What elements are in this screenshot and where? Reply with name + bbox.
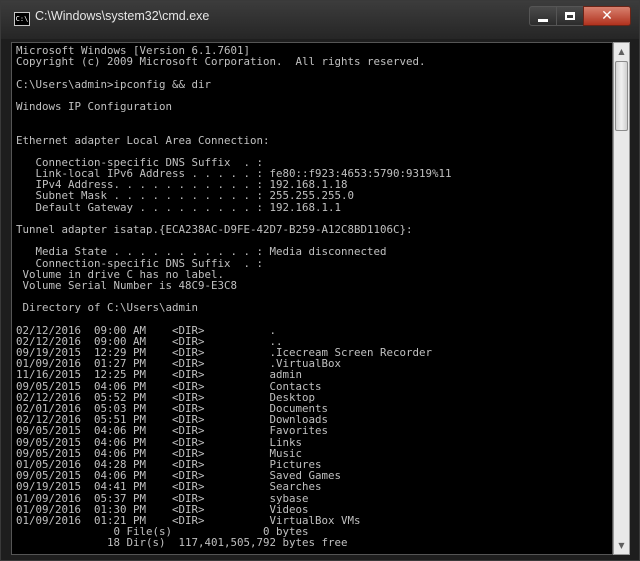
vertical-scrollbar[interactable]: ▲ ▼ — [613, 42, 630, 555]
console-line: Ethernet adapter Local Area Connection: — [16, 133, 270, 147]
console-line: Copyright (c) 2009 Microsoft Corporation… — [16, 55, 426, 69]
console-line: Volume Serial Number is 48C9-E3C8 — [16, 278, 238, 292]
console-output[interactable]: Microsoft Windows [Version 6.1.7601] Copy… — [11, 42, 613, 555]
console-line: 09/19/2015 04:41 PM <DIR> Searches — [16, 480, 322, 494]
close-button[interactable]: ✕ — [583, 6, 631, 26]
minimize-icon — [538, 18, 548, 22]
console-line: 09/05/2015 04:06 PM <DIR> Favorites — [16, 424, 329, 438]
console-line: Subnet Mask . . . . . . . . . . . : 255.… — [16, 189, 355, 203]
cmd-window: C:\ C:\Windows\system32\cmd.exe ✕ Micros… — [0, 0, 640, 561]
console-text: Microsoft Windows [Version 6.1.7601] Copy… — [16, 45, 452, 550]
cmd-app-icon[interactable]: C:\ — [14, 12, 30, 26]
console-line: Windows IP Configuration — [16, 99, 173, 113]
scroll-thumb[interactable] — [615, 61, 628, 131]
console-line: Tunnel adapter isatap.{ECA238AC-D9FE-42D… — [16, 223, 413, 236]
console-line: 18 Dir(s) 117,401,505,792 bytes free — [16, 536, 348, 550]
title-bar[interactable]: C:\ C:\Windows\system32\cmd.exe ✕ — [1, 1, 639, 39]
window-title: C:\Windows\system32\cmd.exe — [35, 9, 210, 23]
console-line: 11/16/2015 12:25 PM <DIR> admin — [16, 368, 303, 382]
maximize-icon — [565, 12, 575, 20]
maximize-button[interactable] — [556, 6, 584, 26]
console-line: Default Gateway . . . . . . . . . : 192.… — [16, 200, 342, 214]
console-line: 01/09/2016 05:37 PM <DIR> sybase — [16, 491, 309, 505]
minimize-button[interactable] — [529, 6, 557, 26]
close-icon: ✕ — [601, 8, 613, 24]
console-line: Media State . . . . . . . . . . . : Medi… — [16, 245, 387, 259]
console-line: C:\Users\admin>ipconfig && dir — [16, 77, 212, 91]
scroll-up-arrow-icon[interactable]: ▲ — [614, 43, 629, 60]
scroll-down-arrow-icon[interactable]: ▼ — [614, 537, 629, 554]
console-line: Directory of C:\Users\admin — [16, 301, 199, 315]
